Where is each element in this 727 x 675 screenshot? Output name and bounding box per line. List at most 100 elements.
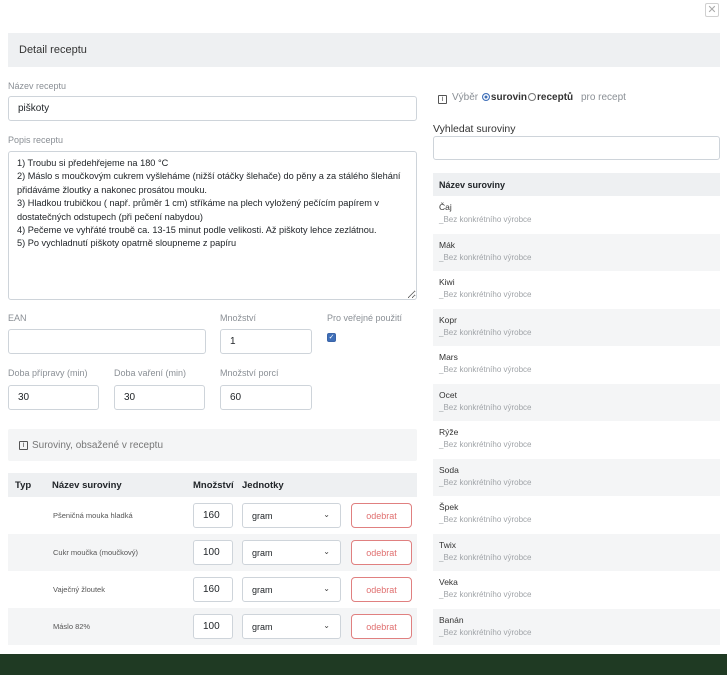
list-item[interactable]: Twix _Bez konkrétního výrobce	[433, 533, 720, 571]
ean-input[interactable]	[8, 329, 206, 354]
ingredients-table-header: Typ Název suroviny Množství Jednotky	[8, 473, 417, 497]
ingredient-option-manufacturer: _Bez konkrétního výrobce	[439, 365, 532, 374]
col-type: Typ	[15, 480, 32, 491]
ingredient-option-name: Ocet	[439, 389, 457, 400]
ingredient-option-manufacturer: _Bez konkrétního výrobce	[439, 215, 532, 224]
ingredient-option-name: Mák	[439, 239, 456, 250]
ingredient-option-manufacturer: _Bez konkrétního výrobce	[439, 402, 532, 412]
portions-label: Množství porcí	[220, 368, 279, 378]
list-item[interactable]: Rýže _Bez konkrétního výrobce	[433, 421, 720, 458]
prep-time-input[interactable]	[8, 385, 99, 410]
unit-value: gram	[252, 622, 273, 632]
ingredient-name: Vaječný žloutek	[53, 585, 105, 594]
ingredient-qty-input[interactable]: 100	[193, 540, 233, 565]
ingredient-unit-select[interactable]: gram ⌄	[242, 577, 341, 602]
picker-mode-selector: i Výběr surovin receptů pro recept	[438, 92, 626, 104]
ingredient-unit-select[interactable]: gram ⌄	[242, 503, 341, 528]
unit-value: gram	[252, 548, 273, 558]
list-item[interactable]: Kopr _Bez konkrétního výrobce	[433, 308, 720, 346]
ingredient-option-manufacturer: _Bez konkrétního výrobce	[439, 440, 532, 449]
close-icon: ✕	[707, 3, 717, 16]
recipe-description-label: Popis receptu	[8, 135, 64, 145]
ingredient-option-name: Soda	[439, 464, 459, 475]
table-row: Pšeničná mouka hladká 160 gram ⌄ odebrat	[8, 497, 417, 534]
radio-recipes[interactable]	[528, 93, 537, 101]
ingredient-option-name: Banán	[439, 614, 464, 625]
list-item[interactable]: Veka _Bez konkrétního výrobce	[433, 571, 720, 608]
ingredient-name: Pšeničná mouka hladká	[53, 511, 133, 520]
amount-label: Množství	[220, 313, 257, 323]
ingredient-option-name: Mars	[439, 352, 458, 362]
ingredient-option-name: Kiwi	[439, 277, 455, 287]
ingredient-qty-input[interactable]: 160	[193, 577, 233, 602]
list-item[interactable]: Kiwi _Bez konkrétního výrobce	[433, 271, 720, 308]
cook-time-label: Doba vaření (min)	[114, 368, 187, 378]
ingredient-name: Cukr moučka (moučkový)	[53, 548, 139, 557]
recipe-detail-modal: ✕ Detail receptu Název receptu Popis rec…	[0, 0, 727, 654]
ingredient-qty-input[interactable]: 160	[193, 503, 233, 528]
ingredients-info-text: Suroviny, obsažené v receptu	[32, 440, 164, 451]
col-name: Název suroviny	[52, 480, 122, 491]
portions-input[interactable]	[220, 385, 312, 410]
recipe-name-label: Název receptu	[8, 81, 67, 91]
list-item[interactable]: Ocet _Bez konkrétního výrobce	[433, 383, 720, 421]
ingredient-qty-input[interactable]: 100	[193, 614, 233, 639]
recipe-description-textarea[interactable]: 1) Troubu si předehřejeme na 180 °C 2) M…	[8, 151, 417, 300]
table-row: Máslo 82% 100 gram ⌄ odebrat	[8, 608, 417, 645]
picker-suffix: pro recept	[580, 92, 626, 103]
remove-ingredient-button[interactable]: odebrat	[351, 577, 412, 602]
close-button[interactable]: ✕	[705, 3, 719, 17]
table-row: Cukr moučka (moučkový) 100 gram ⌄ odebrat	[8, 534, 417, 571]
modal-title: Detail receptu	[19, 44, 87, 56]
list-item[interactable]: Špek _Bez konkrétního výrobce	[433, 496, 720, 533]
cook-time-input[interactable]	[114, 385, 205, 410]
public-use-label: Pro veřejné použití	[327, 313, 403, 323]
list-item[interactable]: Čaj _Bez konkrétního výrobce	[433, 196, 720, 233]
recipe-name-input[interactable]	[8, 96, 417, 121]
amount-input[interactable]	[220, 329, 312, 354]
info-icon: i	[19, 441, 28, 450]
ingredient-option-manufacturer: _Bez konkrétního výrobce	[439, 252, 532, 262]
ingredient-unit-select[interactable]: gram ⌄	[242, 614, 341, 639]
ingredient-list-header: Název suroviny	[433, 173, 720, 196]
list-fade	[433, 645, 720, 654]
list-header-label: Název suroviny	[439, 180, 506, 190]
public-use-checkbox[interactable]: ✓	[327, 333, 336, 342]
page-backdrop	[0, 654, 727, 675]
col-units: Jednotky	[242, 480, 284, 491]
ingredient-search-input[interactable]	[433, 136, 720, 160]
ingredient-option-manufacturer: _Bez konkrétního výrobce	[439, 327, 532, 337]
ingredient-option-manufacturer: _Bez konkrétního výrobce	[439, 627, 532, 637]
remove-ingredient-button[interactable]: odebrat	[351, 503, 412, 528]
ingredient-option-manufacturer: _Bez konkrétního výrobce	[439, 515, 532, 524]
list-item[interactable]: Mars _Bez konkrétního výrobce	[433, 346, 720, 383]
ingredient-option-name: Twix	[439, 539, 456, 550]
radio-recipes-label: receptů	[537, 92, 574, 103]
radio-ingredients-label: surovin	[490, 92, 528, 103]
ingredient-option-name: Špek	[439, 502, 459, 512]
radio-ingredients[interactable]	[481, 93, 490, 101]
list-item[interactable]: Banán _Bez konkrétního výrobce	[433, 608, 720, 646]
ingredient-option-manufacturer: _Bez konkrétního výrobce	[439, 590, 532, 599]
ingredient-option-name: Čaj	[439, 202, 452, 212]
ingredient-option-name: Kopr	[439, 314, 457, 325]
prep-time-label: Doba přípravy (min)	[8, 368, 88, 378]
list-item[interactable]: Soda _Bez konkrétního výrobce	[433, 458, 720, 496]
ingredient-option-name: Rýže	[439, 427, 459, 437]
col-qty: Množství	[193, 480, 234, 491]
info-icon: i	[438, 95, 447, 104]
chevron-down-icon: ⌄	[323, 584, 330, 593]
list-item[interactable]: Mák _Bez konkrétního výrobce	[433, 233, 720, 271]
remove-ingredient-button[interactable]: odebrat	[351, 614, 412, 639]
ingredient-option-manufacturer: _Bez konkrétního výrobce	[439, 290, 532, 299]
modal-header: Detail receptu	[8, 33, 720, 67]
ingredient-option-manufacturer: _Bez konkrétního výrobce	[439, 477, 532, 487]
ean-label: EAN	[8, 313, 27, 323]
chevron-down-icon: ⌄	[323, 547, 330, 556]
table-row: Vaječný žloutek 160 gram ⌄ odebrat	[8, 571, 417, 608]
ingredient-unit-select[interactable]: gram ⌄	[242, 540, 341, 565]
chevron-down-icon: ⌄	[323, 621, 330, 630]
remove-ingredient-button[interactable]: odebrat	[351, 540, 412, 565]
ingredient-option-manufacturer: _Bez konkrétního výrobce	[439, 552, 532, 562]
ingredient-name: Máslo 82%	[53, 622, 91, 631]
